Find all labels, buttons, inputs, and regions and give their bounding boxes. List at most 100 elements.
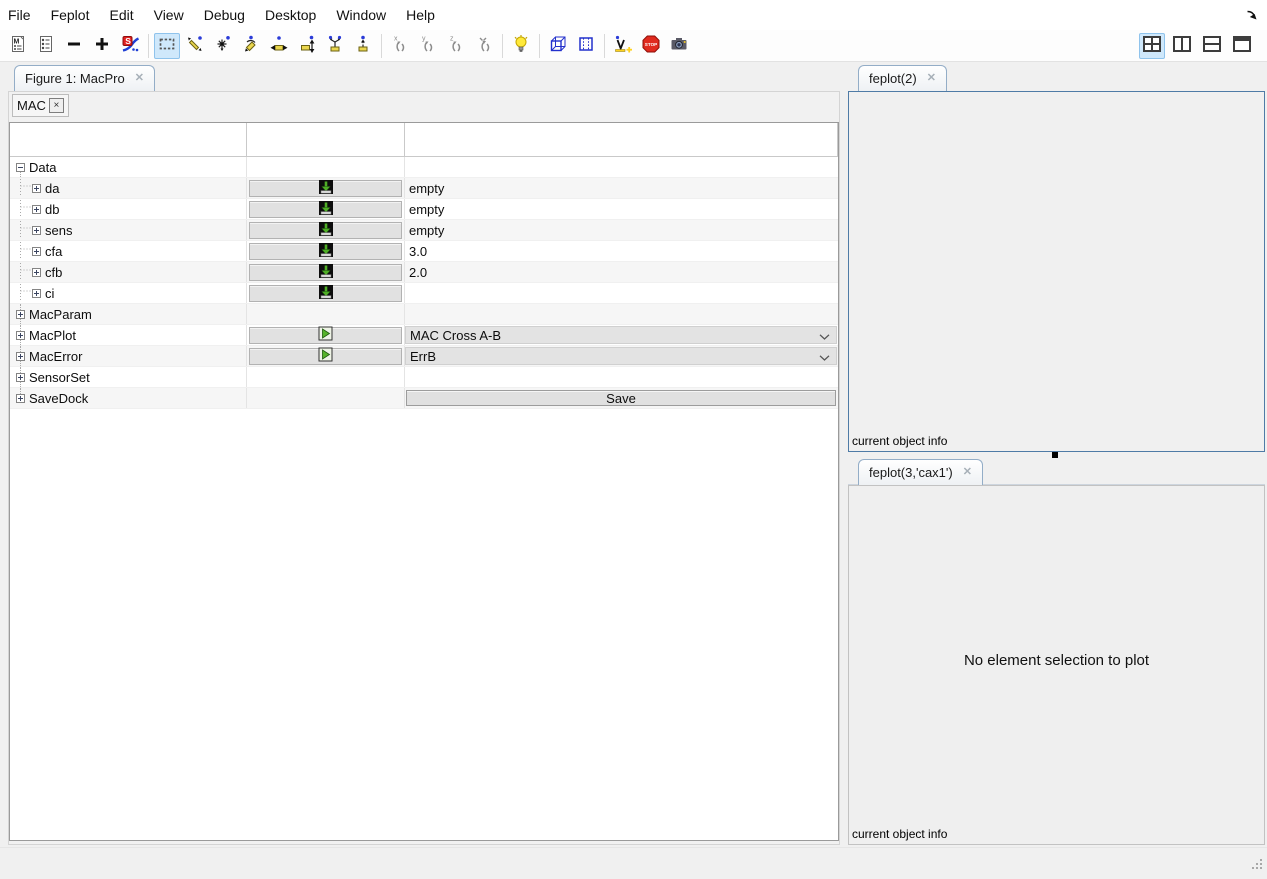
svg-text:x: x — [394, 36, 398, 43]
expand-icon[interactable] — [16, 373, 25, 382]
translate-x-button[interactable] — [266, 33, 292, 59]
expand-icon[interactable] — [32, 184, 41, 193]
remove-item-button[interactable] — [61, 33, 87, 59]
expand-icon[interactable] — [32, 205, 41, 214]
value-text: 3.0 — [405, 244, 427, 259]
rotate-object-button[interactable] — [238, 33, 264, 59]
download-button[interactable] — [249, 222, 402, 239]
rotate-view-free-button[interactable] — [471, 33, 497, 59]
close-icon[interactable]: ✕ — [135, 73, 144, 84]
deform-scale-button[interactable] — [322, 33, 348, 59]
tree-node-label[interactable]: cfb — [45, 265, 62, 280]
tab-figure1-macpro[interactable]: Figure 1: MacPro ✕ — [14, 65, 155, 91]
add-item-button[interactable] — [89, 33, 115, 59]
tree-node-label[interactable]: Data — [29, 160, 56, 175]
tree-node-label[interactable]: ci — [45, 286, 54, 301]
tab-label: Figure 1: MacPro — [25, 71, 125, 86]
macplot-dropdown[interactable]: MAC Cross A-B — [405, 326, 837, 344]
menu-view[interactable]: View — [146, 7, 192, 23]
add-node-marker-button[interactable] — [610, 33, 636, 59]
layout-columns-button[interactable] — [1169, 33, 1195, 59]
edit-object-button[interactable] — [182, 33, 208, 59]
toggle-light-button[interactable] — [508, 33, 534, 59]
tree-row-savedock: SaveDock Save — [10, 388, 838, 409]
application-window: FileFeplotEdit ViewDebugDesktopWindowHelp… — [0, 0, 1267, 879]
rotate-view-z-button[interactable]: z — [443, 33, 469, 59]
close-icon[interactable]: ✕ — [927, 73, 936, 84]
menu-desktop[interactable]: Desktop — [257, 7, 324, 23]
expand-icon[interactable] — [32, 247, 41, 256]
tab-label: feplot(2) — [869, 71, 917, 86]
resize-grip-icon[interactable] — [1251, 857, 1263, 875]
menu-edit[interactable]: Edit — [101, 7, 141, 23]
toggle-light-icon — [511, 34, 531, 57]
tree-node-label[interactable]: db — [45, 202, 59, 217]
layout-rows-button[interactable] — [1199, 33, 1225, 59]
expand-icon[interactable] — [16, 310, 25, 319]
tab-feplot2[interactable]: feplot(2) ✕ — [858, 65, 947, 91]
run-button[interactable] — [249, 327, 402, 344]
snapshot-button[interactable] — [666, 33, 692, 59]
save-button[interactable]: Save — [406, 390, 836, 406]
dropdown-value: MAC Cross A-B — [410, 328, 501, 343]
menu-debug[interactable]: Debug — [196, 7, 253, 23]
header-cell-name — [10, 123, 247, 156]
tree-node-label[interactable]: SaveDock — [29, 391, 88, 406]
menu-help[interactable]: Help — [398, 7, 443, 23]
translate-y-button[interactable] — [294, 33, 320, 59]
model-properties-icon: M — [8, 34, 28, 57]
tab-feplot3-cax1[interactable]: feplot(3,'cax1') ✕ — [858, 459, 983, 485]
tree-row-db: dbempty — [10, 199, 838, 220]
tree-row-ci: ci — [10, 283, 838, 304]
svg-text:S: S — [125, 36, 131, 46]
expand-icon[interactable] — [16, 394, 25, 403]
stop-icon: STOP — [641, 34, 661, 57]
expand-icon[interactable] — [32, 268, 41, 277]
deform-scale-icon — [325, 34, 345, 57]
run-icon — [318, 347, 333, 365]
model-properties-button[interactable]: M — [5, 33, 31, 59]
sdt-curve-plot-button[interactable]: S — [117, 33, 143, 59]
stop-button[interactable]: STOP — [638, 33, 664, 59]
macerror-dropdown[interactable]: ErrB — [405, 347, 837, 365]
svg-text:z: z — [450, 36, 454, 43]
collapse-icon[interactable] — [16, 163, 25, 172]
tree-node-label[interactable]: da — [45, 181, 59, 196]
close-icon[interactable]: ✕ — [963, 467, 972, 478]
view-3d-cube-button[interactable] — [545, 33, 571, 59]
rotate-view-x-button[interactable]: x — [387, 33, 413, 59]
download-button[interactable] — [249, 180, 402, 197]
run-button[interactable] — [249, 348, 402, 365]
close-icon[interactable]: × — [49, 98, 64, 113]
download-button[interactable] — [249, 243, 402, 260]
tree-node-label[interactable]: cfa — [45, 244, 62, 259]
menu-file[interactable]: File — [0, 7, 39, 23]
download-icon — [318, 179, 334, 198]
tab-mac[interactable]: MAC × — [12, 94, 69, 117]
download-button[interactable] — [249, 201, 402, 218]
center-node-button[interactable] — [210, 33, 236, 59]
rotate-view-y-button[interactable]: y — [415, 33, 441, 59]
menu-feplot[interactable]: Feplot — [43, 7, 98, 23]
tree-node-label[interactable]: MacParam — [29, 307, 92, 322]
run-icon — [318, 326, 333, 344]
tree-node-label[interactable]: SensorSet — [29, 370, 90, 385]
tree-node-label[interactable]: MacError — [29, 349, 82, 364]
cycle-animation-button[interactable] — [350, 33, 376, 59]
undock-arrow-icon[interactable] — [1245, 8, 1259, 22]
menu-window[interactable]: Window — [328, 7, 394, 23]
download-button[interactable] — [249, 264, 402, 281]
expand-icon[interactable] — [32, 289, 41, 298]
expand-icon[interactable] — [16, 331, 25, 340]
expand-icon[interactable] — [32, 226, 41, 235]
tree-node-label[interactable]: MacPlot — [29, 328, 76, 343]
select-region-button[interactable] — [154, 33, 180, 59]
tree-node-label[interactable]: sens — [45, 223, 72, 238]
view-flat-button[interactable] — [573, 33, 599, 59]
download-icon — [318, 200, 334, 219]
layout-maximized-button[interactable] — [1229, 33, 1255, 59]
iconify-properties-button[interactable] — [33, 33, 59, 59]
download-button[interactable] — [249, 285, 402, 302]
layout-grid-button[interactable] — [1139, 33, 1165, 59]
expand-icon[interactable] — [16, 352, 25, 361]
